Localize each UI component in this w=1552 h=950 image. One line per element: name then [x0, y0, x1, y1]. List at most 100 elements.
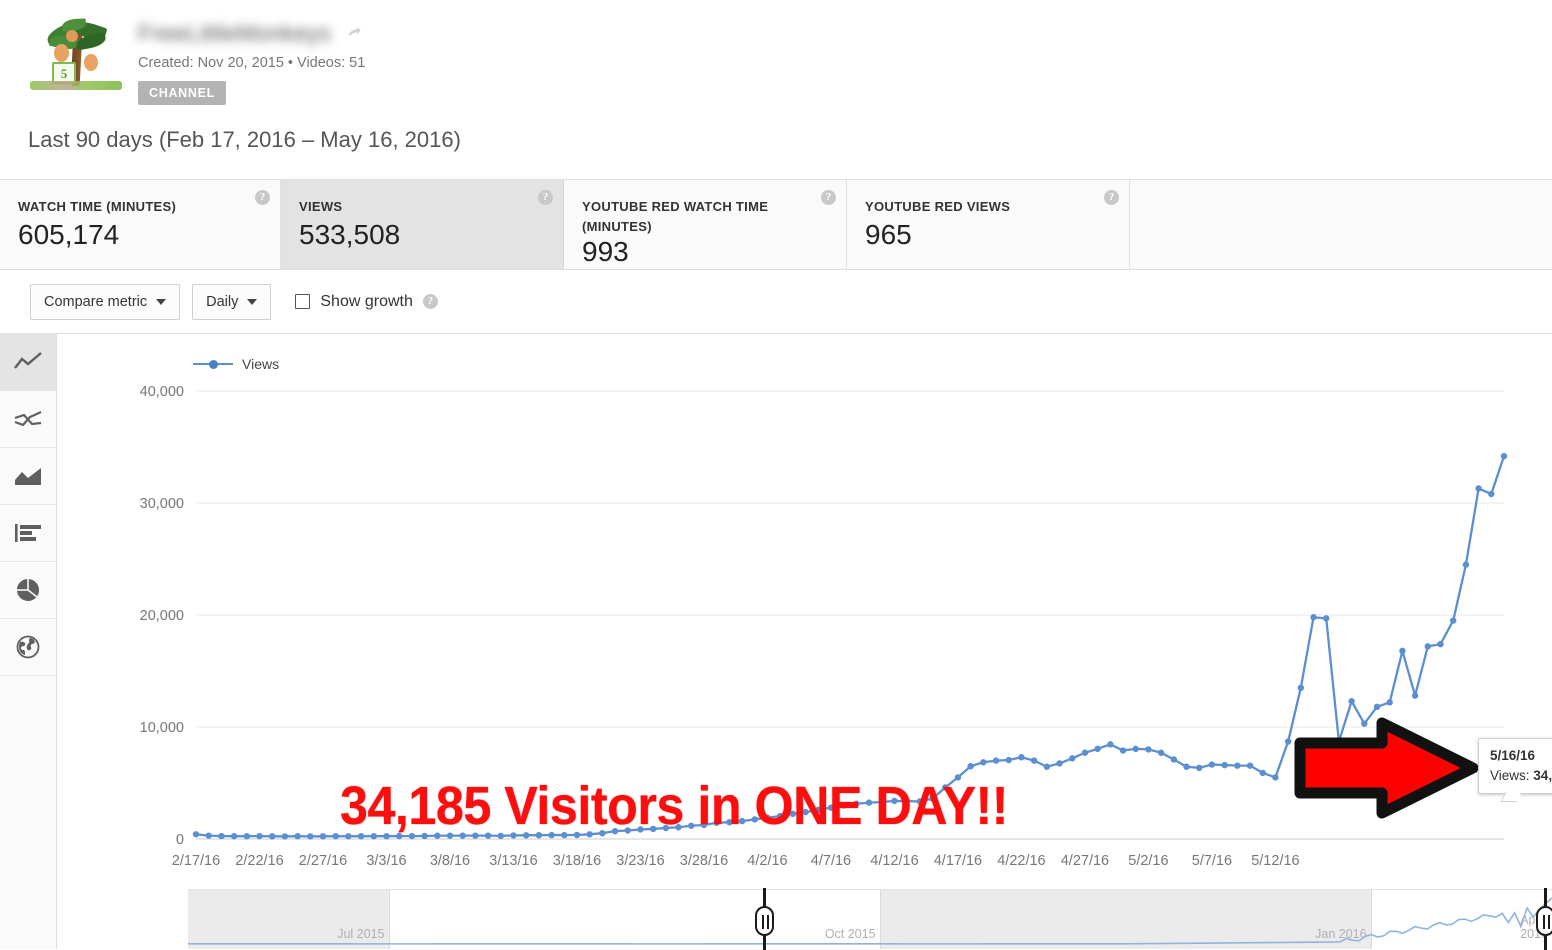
data-point[interactable]	[1462, 561, 1470, 568]
data-point[interactable]	[307, 833, 314, 840]
data-point[interactable]	[1081, 749, 1089, 756]
data-point[interactable]	[332, 833, 339, 840]
data-point[interactable]	[1475, 485, 1482, 492]
data-point[interactable]	[1424, 643, 1432, 650]
rail-item-line-chart[interactable]	[0, 334, 56, 391]
data-point[interactable]	[1450, 617, 1457, 624]
data-point[interactable]	[1323, 615, 1330, 622]
data-point[interactable]	[1272, 774, 1279, 781]
data-point[interactable]	[1488, 490, 1495, 498]
data-point[interactable]	[1221, 761, 1228, 769]
data-point[interactable]	[1132, 745, 1139, 753]
metric-card-red-watch-time[interactable]: ? YOUTUBE RED WATCH TIME (MINUTES) 993	[564, 180, 847, 269]
multi-line-chart-icon	[14, 410, 42, 427]
data-point[interactable]	[268, 833, 276, 840]
metric-card-views[interactable]: ? VIEWS 533,508	[281, 180, 564, 269]
metric-card-red-views[interactable]: ? YOUTUBE RED VIEWS 965	[847, 180, 1130, 269]
left-handle[interactable]	[754, 888, 774, 950]
data-point[interactable]	[1107, 741, 1114, 748]
data-point[interactable]	[1208, 761, 1216, 768]
timeline-scrubber[interactable]: Jul 2015 Oct 2015 Jan 2016 Apr 2016	[188, 888, 1552, 950]
data-point[interactable]	[1145, 746, 1152, 753]
data-point[interactable]	[1399, 647, 1406, 655]
data-point[interactable]	[1018, 754, 1025, 761]
data-point[interactable]	[967, 763, 974, 770]
channel-created-info: Created: Nov 20, 2015 • Videos: 51	[138, 55, 366, 71]
globe-icon	[16, 635, 40, 659]
data-point[interactable]	[1183, 763, 1190, 770]
data-point[interactable]	[218, 832, 225, 840]
data-point[interactable]	[294, 833, 301, 840]
data-point[interactable]	[1056, 760, 1063, 767]
data-point[interactable]	[192, 831, 200, 838]
data-point[interactable]	[1030, 757, 1038, 764]
rail-item-pie-chart[interactable]	[0, 562, 56, 619]
x-axis-tick-label: 3/18/16	[553, 853, 601, 869]
channel-type-badge: CHANNEL	[138, 81, 227, 105]
help-icon[interactable]: ?	[1104, 190, 1119, 205]
external-link-icon[interactable]	[345, 24, 363, 42]
data-point[interactable]	[1297, 684, 1305, 691]
data-point[interactable]	[281, 833, 289, 840]
metric-card-watch-time[interactable]: ? WATCH TIME (MINUTES) 605,174	[0, 180, 281, 269]
compare-metric-button[interactable]: Compare metric	[30, 283, 181, 320]
data-point[interactable]	[1170, 756, 1178, 763]
x-axis-tick-label: 5/2/16	[1128, 853, 1168, 869]
annotation-headline: 34,185 Visitors in ONE DAY!!	[340, 776, 1009, 836]
data-point[interactable]	[1310, 614, 1317, 621]
bar-chart-icon	[15, 524, 41, 542]
data-point[interactable]	[1437, 640, 1444, 648]
data-point[interactable]	[319, 833, 327, 840]
show-growth-control[interactable]: Show growth ?	[295, 293, 438, 311]
handle-grip[interactable]	[1536, 906, 1552, 936]
granularity-button[interactable]: Daily	[192, 283, 272, 320]
rail-item-bar-chart[interactable]	[0, 505, 56, 562]
help-icon[interactable]: ?	[821, 190, 836, 205]
metric-card-value: 533,508	[299, 218, 401, 250]
x-axis-tick-label: 3/28/16	[680, 853, 728, 869]
channel-row: 5 FreeLittleMonkeys Created: Nov 20, 201…	[0, 14, 1552, 105]
data-point[interactable]	[1043, 763, 1051, 770]
x-axis-tick-label: 3/8/16	[430, 853, 470, 869]
data-point[interactable]	[1500, 452, 1508, 460]
help-icon[interactable]: ?	[538, 190, 553, 205]
data-point[interactable]	[1196, 764, 1203, 772]
rail-spacer	[0, 889, 57, 949]
x-axis-tick-label: 5/12/16	[1251, 853, 1299, 869]
data-point[interactable]	[243, 833, 250, 840]
data-point[interactable]	[1246, 762, 1254, 769]
data-point[interactable]	[1119, 747, 1127, 754]
x-axis-tick-label: 3/23/16	[616, 853, 664, 869]
right-handle[interactable]	[1536, 888, 1552, 950]
help-icon[interactable]: ?	[255, 190, 270, 205]
data-point[interactable]	[1234, 762, 1241, 769]
compare-metric-label: Compare metric	[44, 293, 148, 310]
data-point[interactable]	[1069, 755, 1076, 762]
handle-grip[interactable]	[754, 906, 774, 936]
data-point[interactable]	[1373, 703, 1381, 711]
rail-item-area-chart[interactable]	[0, 448, 56, 505]
rail-item-multi-line-chart[interactable]	[0, 391, 56, 448]
data-point[interactable]	[1284, 738, 1292, 745]
page-header: 5 FreeLittleMonkeys Created: Nov 20, 201…	[0, 0, 1552, 153]
show-growth-checkbox[interactable]	[295, 294, 311, 309]
data-point[interactable]	[992, 757, 1000, 764]
data-point[interactable]	[1157, 749, 1165, 756]
data-point[interactable]	[1094, 745, 1101, 753]
data-point[interactable]	[980, 759, 987, 766]
rail-item-geography[interactable]	[0, 619, 56, 676]
data-point[interactable]	[1411, 692, 1419, 699]
chart-type-rail	[0, 334, 57, 926]
data-point[interactable]	[1348, 698, 1355, 705]
metric-card-value: 993	[582, 236, 629, 267]
data-point[interactable]	[230, 833, 238, 840]
data-point[interactable]	[1386, 699, 1393, 706]
views-line-chart[interactable]: 0 10,000 20,000 30,000 40,000 2/17/16 2/22/16 2…	[57, 334, 1552, 926]
monkey-icon	[54, 44, 69, 62]
data-point[interactable]	[1005, 756, 1012, 764]
help-icon[interactable]: ?	[422, 294, 438, 309]
data-point[interactable]	[1259, 769, 1266, 777]
show-growth-label: Show growth	[320, 292, 413, 310]
data-point[interactable]	[205, 832, 212, 839]
data-point[interactable]	[256, 832, 263, 840]
